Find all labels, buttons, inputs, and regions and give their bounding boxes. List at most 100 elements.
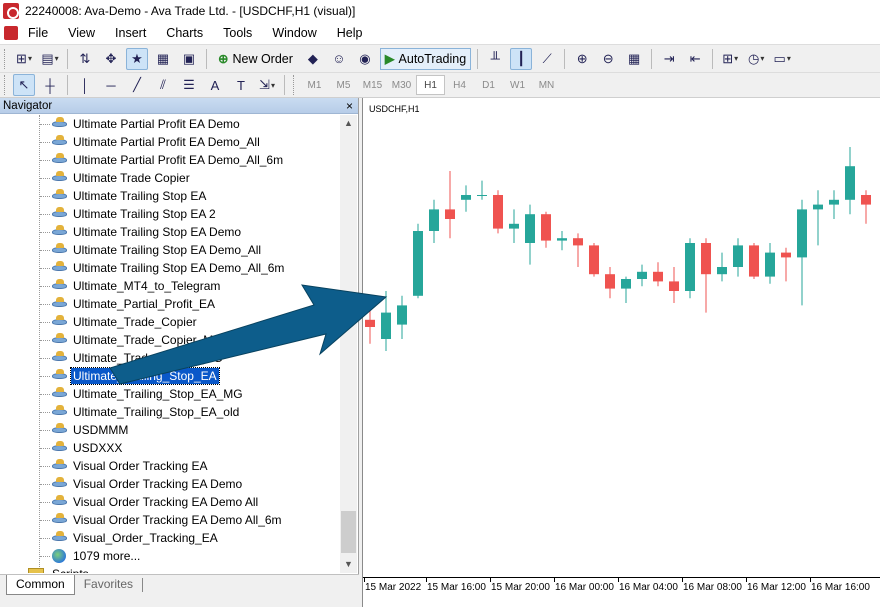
horizontal-line-icon[interactable]: ─ bbox=[100, 74, 122, 96]
templates-icon[interactable]: ▭ ▾ bbox=[771, 48, 793, 70]
new-chart-icon[interactable]: ⊞ ▾ bbox=[13, 48, 35, 70]
fibonacci-icon[interactable]: ☰ bbox=[178, 74, 200, 96]
menu-help[interactable]: Help bbox=[327, 22, 373, 44]
navigator-scripts-folder[interactable]: Scripts bbox=[0, 565, 340, 573]
chart-window-icon[interactable] bbox=[4, 26, 18, 40]
menu-window[interactable]: Window bbox=[262, 22, 326, 44]
timeframe-mn[interactable]: MN bbox=[532, 75, 561, 95]
timeframe-d1[interactable]: D1 bbox=[474, 75, 503, 95]
bullish-candle bbox=[509, 223, 519, 229]
navigator-expert-item[interactable]: USDXXX bbox=[0, 439, 340, 457]
timeframe-h1[interactable]: H1 bbox=[416, 75, 445, 95]
navigator-expert-item[interactable]: Visual Order Tracking EA Demo All_6m bbox=[0, 511, 340, 529]
new-order-button[interactable]: ⊕ New Order bbox=[213, 48, 298, 70]
trendline-icon[interactable]: ╱ bbox=[126, 74, 148, 96]
equidistant-channel-icon[interactable]: ⫽ bbox=[152, 74, 174, 96]
timeframe-m5[interactable]: M5 bbox=[329, 75, 358, 95]
navigator-expert-item[interactable]: Ultimate_Trailing_Stop_EA_old bbox=[0, 403, 340, 421]
autotrading-button[interactable]: ▶ AutoTrading bbox=[379, 47, 472, 70]
more-items-link[interactable]: 1079 more... bbox=[0, 547, 340, 565]
navigator-expert-item[interactable]: Ultimate Partial Profit EA Demo_All bbox=[0, 133, 340, 151]
menu-insert[interactable]: Insert bbox=[105, 22, 156, 44]
navigator-expert-item[interactable]: Ultimate Trailing Stop EA Demo_All bbox=[0, 241, 340, 259]
crosshair-icon[interactable]: ┼ bbox=[39, 74, 61, 96]
terminal-icon[interactable]: ▦ bbox=[152, 48, 174, 70]
menu-file[interactable]: File bbox=[18, 22, 58, 44]
tile-windows-icon[interactable]: ▦ bbox=[623, 48, 645, 70]
zoom-out-icon[interactable]: ⊖ bbox=[597, 48, 619, 70]
scroll-down-arrow-icon[interactable]: ▼ bbox=[340, 556, 357, 573]
navigator-expert-item[interactable]: Visual Order Tracking EA Demo bbox=[0, 475, 340, 493]
tree-connector bbox=[40, 466, 50, 467]
strategy-tester-icon[interactable]: ▣ bbox=[178, 48, 200, 70]
zoom-in-icon[interactable]: ⊕ bbox=[571, 48, 593, 70]
text-label-icon[interactable]: T bbox=[230, 74, 252, 96]
timeframe-m15[interactable]: M15 bbox=[358, 75, 387, 95]
navigator-expert-item[interactable]: Ultimate_Trailing_Stop_EA_MG bbox=[0, 385, 340, 403]
chart-shift-icon[interactable]: ⇤ bbox=[684, 48, 706, 70]
menu-view[interactable]: View bbox=[58, 22, 105, 44]
cursor-icon[interactable]: ↖ bbox=[13, 74, 35, 96]
signals-icon[interactable]: ◉ bbox=[354, 48, 376, 70]
close-icon[interactable]: × bbox=[346, 98, 353, 114]
timeframe-m30[interactable]: M30 bbox=[387, 75, 416, 95]
navigator-expert-item[interactable]: Ultimate Trailing Stop EA bbox=[0, 187, 340, 205]
navigator-expert-item[interactable]: Ultimate_Trailing_Stop_EA bbox=[0, 367, 340, 385]
expert-badge-shape bbox=[56, 279, 64, 284]
expert-badge-shape bbox=[56, 351, 64, 356]
navigator-expert-item[interactable]: Ultimate_Partial_Profit_EA bbox=[0, 295, 340, 313]
toolbar-grip[interactable] bbox=[4, 75, 8, 95]
tab-common[interactable]: Common bbox=[6, 575, 75, 595]
profiles-icon[interactable]: ▤ ▾ bbox=[39, 48, 61, 70]
navigator-expert-item[interactable]: Ultimate Trailing Stop EA Demo_All_6m bbox=[0, 259, 340, 277]
navigator-expert-item[interactable]: Ultimate Trade Copier bbox=[0, 169, 340, 187]
toolbar-grip[interactable] bbox=[293, 75, 297, 95]
indicators-icon[interactable]: ⊞ ▾ bbox=[719, 48, 741, 70]
navigator-expert-item[interactable]: Visual Order Tracking EA Demo All bbox=[0, 493, 340, 511]
timeframe-w1[interactable]: W1 bbox=[503, 75, 532, 95]
expert-advisor-icon bbox=[52, 189, 67, 203]
data-window-icon[interactable]: ✥ bbox=[100, 48, 122, 70]
candlestick-chart-icon[interactable]: ┃ bbox=[510, 47, 533, 70]
menu-charts[interactable]: Charts bbox=[156, 22, 213, 44]
tab-favorites[interactable]: Favorites bbox=[75, 575, 142, 595]
metaeditor-icon[interactable]: ◆ bbox=[302, 48, 324, 70]
bearish-candle bbox=[541, 214, 551, 241]
app-icon bbox=[3, 3, 19, 19]
chart-window[interactable]: USDCHF,H1 15 Mar 2022 15 Mar 16:00 15 Mar … bbox=[362, 98, 880, 607]
navigator-expert-item[interactable]: Ultimate Trailing Stop EA 2 bbox=[0, 205, 340, 223]
scroll-up-arrow-icon[interactable]: ▲ bbox=[340, 115, 357, 132]
bullish-candle bbox=[685, 243, 695, 291]
navigator-expert-item[interactable]: Ultimate Trailing Stop EA Demo bbox=[0, 223, 340, 241]
community-icon[interactable]: ☺ bbox=[328, 48, 350, 70]
navigator-expert-item[interactable]: Ultimate Partial Profit EA Demo_All_6m bbox=[0, 151, 340, 169]
navigator-expert-item[interactable]: Ultimate_Trade_Copier_MG bbox=[0, 349, 340, 367]
navigator-tree[interactable]: Ultimate Partial Profit EA Demo Ultimate … bbox=[0, 115, 340, 573]
timeframe-h4[interactable]: H4 bbox=[445, 75, 474, 95]
arrows-icon[interactable]: ⇲ ▾ bbox=[256, 74, 278, 96]
periods-clock-icon[interactable]: ◷ ▾ bbox=[745, 48, 767, 70]
bullish-candle bbox=[621, 279, 631, 289]
auto-scroll-icon[interactable]: ⇥ bbox=[658, 48, 680, 70]
navigator-expert-item[interactable]: Ultimate_Trade_Copier_M bbox=[0, 331, 340, 349]
bullish-candle bbox=[765, 252, 775, 277]
toolbar-grip[interactable] bbox=[4, 48, 8, 69]
scrollbar-thumb[interactable] bbox=[341, 511, 356, 553]
bar-chart-icon[interactable]: ╨ bbox=[484, 48, 506, 70]
navigator-expert-item[interactable]: USDMMM bbox=[0, 421, 340, 439]
text-icon[interactable]: A bbox=[204, 74, 226, 96]
vertical-line-icon[interactable]: │ bbox=[74, 74, 96, 96]
line-chart-icon[interactable]: ⟋ bbox=[536, 48, 558, 70]
navigator-icon[interactable]: ★ bbox=[126, 47, 148, 70]
menu-tools[interactable]: Tools bbox=[213, 22, 262, 44]
timeframe-m1[interactable]: M1 bbox=[300, 75, 329, 95]
navigator-expert-item[interactable]: Visual_Order_Tracking_EA bbox=[0, 529, 340, 547]
navigator-expert-item[interactable]: Visual Order Tracking EA bbox=[0, 457, 340, 475]
navigator-expert-item[interactable]: Ultimate Partial Profit EA Demo bbox=[0, 115, 340, 133]
market-watch-icon[interactable]: ⇅ bbox=[74, 48, 96, 70]
navigator-expert-item[interactable]: Ultimate_MT4_to_Telegram bbox=[0, 277, 340, 295]
candlestick-chart[interactable] bbox=[363, 98, 880, 577]
tree-connector bbox=[40, 448, 50, 449]
navigator-expert-item[interactable]: Ultimate_Trade_Copier bbox=[0, 313, 340, 331]
navigator-scrollbar[interactable]: ▲ ▼ bbox=[340, 115, 357, 573]
